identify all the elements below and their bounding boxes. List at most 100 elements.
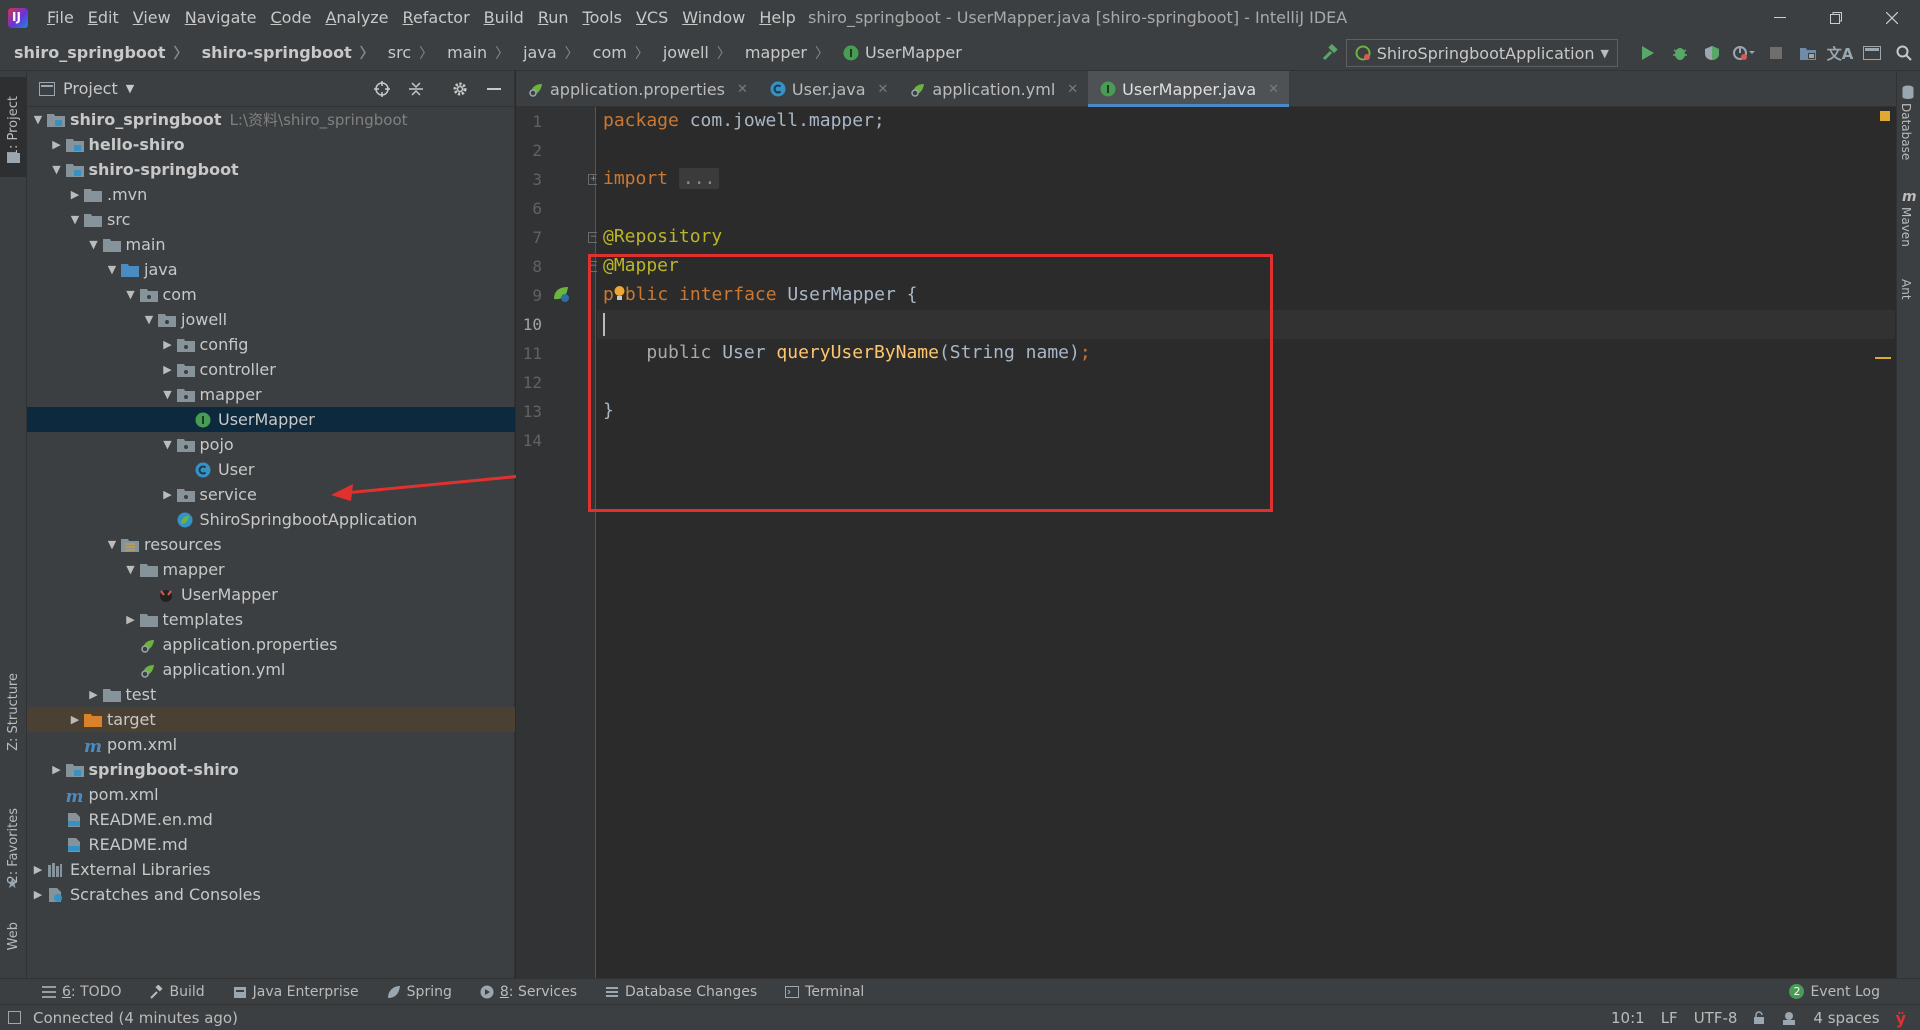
expanded-arrow-icon[interactable]: ▼ <box>103 263 121 276</box>
services-tool-tab[interactable]: 8: Services <box>480 984 577 1000</box>
expanded-arrow-icon[interactable]: ▼ <box>122 563 140 576</box>
tree-item[interactable]: ▶ .mvn <box>27 182 515 207</box>
collapsed-arrow-icon[interactable]: ▶ <box>66 713 84 726</box>
inspector-icon[interactable] <box>1781 1011 1797 1025</box>
expanded-arrow-icon[interactable]: ▼ <box>29 113 47 126</box>
expanded-arrow-icon[interactable]: ▼ <box>140 313 158 326</box>
collapsed-arrow-icon[interactable]: ▶ <box>66 188 84 201</box>
tree-item[interactable]: ▶ hello-shiro <box>27 132 515 157</box>
maven-tool-tab[interactable]: Maven <box>1899 207 1913 247</box>
tree-item[interactable]: ▼ mapper <box>27 557 515 582</box>
profile-icon[interactable] <box>1728 35 1760 71</box>
java-enterprise-tool-tab[interactable]: Java Enterprise <box>233 984 359 1000</box>
tree-item[interactable]: ▼ com <box>27 282 515 307</box>
tree-item[interactable]: ▶ controller <box>27 357 515 382</box>
event-log-tool-tab[interactable]: 2 Event Log <box>1789 984 1880 1000</box>
web-tool-tab[interactable]: Web <box>0 911 27 961</box>
breadcrumb-java[interactable]: java 〉 <box>509 43 579 63</box>
breadcrumb-src[interactable]: src 〉 <box>374 43 433 63</box>
menu-navigate[interactable]: Navigate <box>178 0 264 35</box>
menu-run[interactable]: Run <box>531 0 576 35</box>
breadcrumb-jowell[interactable]: jowell 〉 <box>649 43 731 63</box>
build-hammer-icon[interactable] <box>1314 35 1346 71</box>
run-icon[interactable] <box>1632 35 1664 71</box>
menu-build[interactable]: Build <box>477 0 531 35</box>
tree-item[interactable]: application.properties <box>27 632 515 657</box>
tree-item[interactable]: ▶ Scratches and Consoles <box>27 882 515 907</box>
status-message[interactable]: Connected (4 minutes ago) <box>33 1009 238 1027</box>
tab-application-properties[interactable]: application.properties ✕ <box>516 71 758 107</box>
tree-item[interactable]: ▼ shiro_springboot L:\资料\shiro_springboot <box>27 107 515 132</box>
error-stripe-marker[interactable] <box>1875 357 1891 359</box>
debug-icon[interactable] <box>1664 35 1696 71</box>
file-encoding[interactable]: UTF-8 <box>1694 1009 1738 1027</box>
collapsed-arrow-icon[interactable]: ▶ <box>48 763 66 776</box>
tree-item[interactable]: ▼ shiro-springboot <box>27 157 515 182</box>
database-tool-tab[interactable]: Database <box>1899 103 1913 160</box>
menu-refactor[interactable]: Refactor <box>396 0 477 35</box>
restore-button[interactable] <box>1808 0 1864 35</box>
structure-tool-tab[interactable]: Z: Structure <box>0 667 27 757</box>
todo-tool-tab[interactable]: 6: TODO <box>42 984 121 1000</box>
collapsed-arrow-icon[interactable]: ▶ <box>85 688 103 701</box>
tree-item[interactable]: README.en.md <box>27 807 515 832</box>
close-tab-icon[interactable]: ✕ <box>1268 82 1279 97</box>
breadcrumb-usermapper[interactable]: UserMapper <box>829 43 962 62</box>
collapsed-arrow-icon[interactable]: ▶ <box>48 138 66 151</box>
close-tab-icon[interactable]: ✕ <box>1067 82 1078 97</box>
expanded-arrow-icon[interactable]: ▼ <box>103 538 121 551</box>
stop-icon[interactable] <box>1760 35 1792 71</box>
terminal-tool-tab[interactable]: Terminal <box>785 984 864 1000</box>
project-structure-icon[interactable] <box>1792 35 1824 71</box>
close-window-button[interactable] <box>1864 0 1920 35</box>
tree-item[interactable]: README.md <box>27 832 515 857</box>
menu-view[interactable]: View <box>126 0 178 35</box>
menu-vcs[interactable]: VCS <box>629 0 675 35</box>
tree-item[interactable]: m pom.xml <box>27 782 515 807</box>
notification-icon[interactable]: ÿ <box>1896 1009 1906 1028</box>
collapsed-arrow-icon[interactable]: ▶ <box>29 888 47 901</box>
breadcrumb-project[interactable]: shiro_springboot 〉 <box>0 43 188 63</box>
tab-usermapper-java[interactable]: UserMapper.java ✕ <box>1088 71 1290 107</box>
lock-icon[interactable] <box>1753 1011 1765 1025</box>
close-tab-icon[interactable]: ✕ <box>737 82 748 97</box>
tree-item[interactable]: ▼ jowell <box>27 307 515 332</box>
tree-item[interactable]: ▼ main <box>27 232 515 257</box>
collapsed-arrow-icon[interactable]: ▶ <box>29 863 47 876</box>
expanded-arrow-icon[interactable]: ▼ <box>159 438 177 451</box>
breadcrumb-com[interactable]: com 〉 <box>579 43 649 63</box>
expanded-arrow-icon[interactable]: ▼ <box>48 163 66 176</box>
ant-tool-tab[interactable]: Ant <box>1899 279 1913 300</box>
tab-application-yml[interactable]: application.yml ✕ <box>898 71 1088 107</box>
tree-item[interactable]: ▶ templates <box>27 607 515 632</box>
presentation-mode-icon[interactable] <box>1856 35 1888 71</box>
menu-tools[interactable]: Tools <box>576 0 629 35</box>
close-tab-icon[interactable]: ✕ <box>878 82 889 97</box>
tree-item[interactable]: ▼ pojo <box>27 432 515 457</box>
menu-analyze[interactable]: Analyze <box>318 0 395 35</box>
breadcrumb-module[interactable]: shiro-springboot 〉 <box>188 43 374 63</box>
menu-code[interactable]: Code <box>264 0 319 35</box>
caret-position[interactable]: 10:1 <box>1611 1009 1645 1027</box>
collapsed-arrow-icon[interactable]: ▶ <box>159 363 177 376</box>
tab-user-java[interactable]: User.java ✕ <box>758 71 899 107</box>
line-separator[interactable]: LF <box>1661 1009 1678 1027</box>
tree-item[interactable]: ▼ java <box>27 257 515 282</box>
collapsed-arrow-icon[interactable]: ▶ <box>159 488 177 501</box>
tree-item[interactable]: ▼ src <box>27 207 515 232</box>
spring-tool-tab[interactable]: Spring <box>387 984 452 1000</box>
breadcrumb-mapper[interactable]: mapper 〉 <box>731 43 829 63</box>
tree-item[interactable]: application.yml <box>27 657 515 682</box>
toggle-tool-windows-icon[interactable] <box>8 1011 21 1024</box>
collapsed-arrow-icon[interactable]: ▶ <box>159 338 177 351</box>
collapse-all-icon[interactable] <box>400 71 432 107</box>
gear-icon[interactable] <box>444 71 476 107</box>
analysis-warning-marker[interactable] <box>1880 111 1890 121</box>
expanded-arrow-icon[interactable]: ▼ <box>66 213 84 226</box>
indent-setting[interactable]: 4 spaces <box>1813 1009 1879 1027</box>
spring-bean-gutter-icon[interactable] <box>552 285 572 303</box>
locate-file-icon[interactable] <box>366 71 398 107</box>
tree-item[interactable]: ▶ test <box>27 682 515 707</box>
tree-item[interactable]: UserMapper <box>27 407 515 432</box>
expanded-arrow-icon[interactable]: ▼ <box>85 238 103 251</box>
